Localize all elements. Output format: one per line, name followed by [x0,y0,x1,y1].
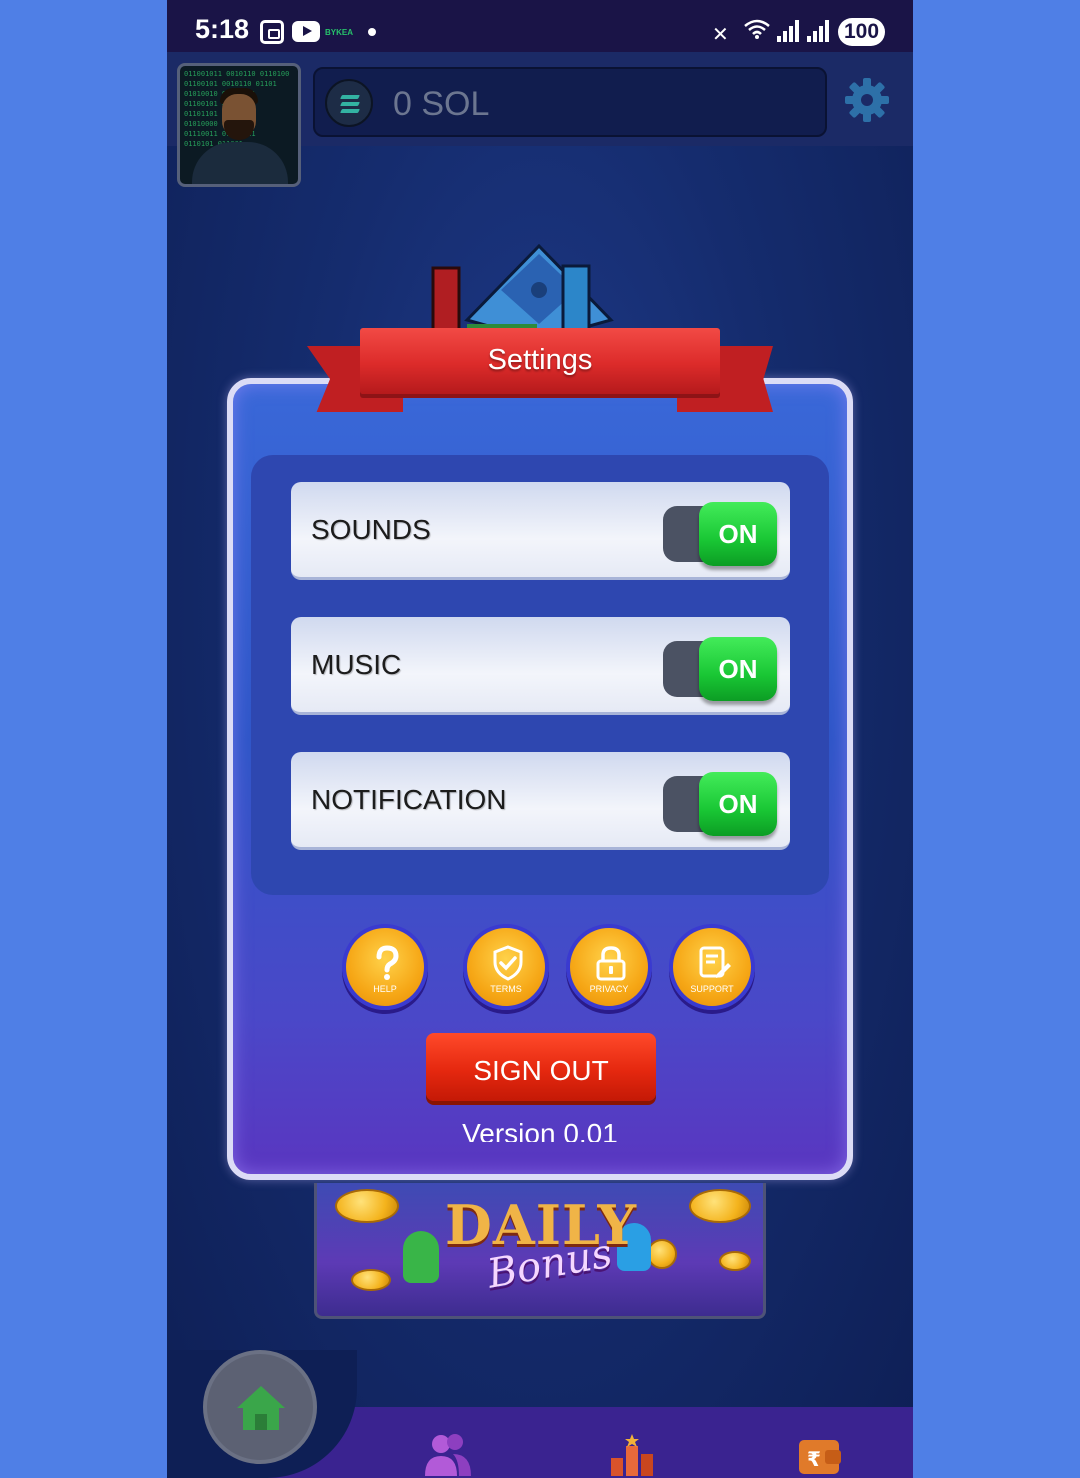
support-label: SUPPORT [690,984,734,994]
phone-screen: 5:18 BYKEA ✕ 100 011001011 0010110 01101… [167,0,913,1478]
screenshot-icon [260,20,284,44]
toggle-state: ON [718,654,758,684]
setting-row-music: MUSIC ON [291,617,790,715]
music-toggle[interactable]: ON [663,637,777,701]
help-icon [376,945,399,980]
setting-label-sounds: SOUNDS [311,514,431,545]
terms-button[interactable]: TERMS [463,924,549,1010]
home-icon [237,1386,285,1430]
toggle-state: ON [718,519,758,549]
lock-icon [596,946,626,981]
signal-sim1-icon [777,20,799,42]
gear-icon[interactable] [843,76,891,124]
help-label: HELP [373,984,397,994]
wallet-icon[interactable]: ₹ [795,1432,845,1476]
help-button[interactable]: HELP [342,924,428,1010]
status-bar: 5:18 BYKEA ✕ 100 [167,0,913,52]
friends-icon[interactable] [423,1432,473,1476]
wallet-balance: 0 SOL [393,85,490,123]
coin-icon [351,1269,391,1291]
leaderboard-icon[interactable] [607,1432,657,1476]
battery-indicator: 100 [838,18,885,46]
bykea-notification-label: BYKEA [325,28,354,37]
settings-title: Settings [487,344,593,376]
youtube-icon [292,21,320,42]
privacy-label: PRIVACY [589,984,629,994]
daily-bonus-banner[interactable]: DAILY Bonus [314,1183,766,1319]
status-time: 5:18 [195,14,250,44]
home-button[interactable] [203,1350,317,1464]
sounds-toggle[interactable]: ON [663,502,777,566]
solana-coin-icon [325,79,373,127]
mute-icon: ✕ [712,24,729,46]
setting-label-notification: NOTIFICATION [311,784,507,815]
ludo-board-logo [431,243,614,340]
setting-label-music: MUSIC [311,649,402,680]
notification-toggle[interactable]: ON [663,772,777,836]
sign-out-label: SIGN OUT [473,1055,609,1086]
toggle-state: ON [718,789,758,819]
support-button[interactable]: SUPPORT [669,924,755,1010]
terms-label: TERMS [490,984,522,994]
coin-icon [719,1251,751,1271]
coin-icon [647,1239,677,1269]
notification-dot-icon [368,28,376,36]
signal-sim2-icon [807,20,829,42]
sign-out-button[interactable]: SIGN OUT [426,1033,656,1101]
wifi-icon [744,19,770,39]
privacy-button[interactable]: PRIVACY [566,924,652,1010]
wallet-balance-bar[interactable]: 0 SOL [313,67,827,137]
shield-check-icon [493,945,523,981]
avatar[interactable]: 011001011 0010110 0110100 01100101 00101… [177,63,301,187]
setting-row-sounds: SOUNDS ON [291,482,790,580]
support-icon [699,946,731,978]
version-label: Version 0.01 [462,1118,618,1142]
coin-icon [689,1189,751,1223]
green-pawn-icon [403,1231,439,1283]
svg-text:₹: ₹ [807,1447,821,1471]
setting-row-notification: NOTIFICATION ON [291,752,790,850]
coin-icon [335,1189,399,1223]
